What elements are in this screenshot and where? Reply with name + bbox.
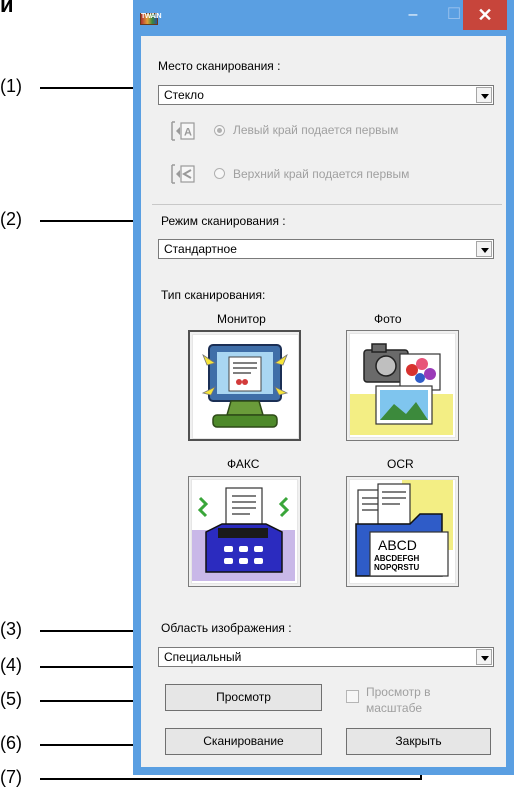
callout-label-4: (4) [0, 655, 22, 675]
scan-mode-label: Режим сканирования : [161, 214, 286, 228]
monitor-icon [201, 344, 289, 428]
scan-type-ocr-label: OCR [387, 457, 414, 471]
callout-label-7: (7) [0, 767, 22, 787]
scan-mode-value: Стандартное [164, 242, 237, 256]
title-bar[interactable]: TWAIN – ☐ ✕ [133, 0, 514, 36]
tile-face [191, 479, 298, 584]
close-window-button[interactable]: ✕ [463, 0, 507, 30]
scan-location-value: Стекло [164, 88, 204, 102]
twain-app-icon-text: TWAIN [141, 13, 162, 20]
scan-type-photo-button[interactable] [346, 330, 459, 441]
callout-label-6: (6) [0, 733, 22, 753]
photo-icon [350, 343, 453, 435]
feed-top-edge-label: Верхний край подается первым [233, 167, 410, 181]
callout-label-2: (2) [0, 209, 22, 229]
feed-left-edge-icon: A [171, 121, 195, 141]
image-area-select[interactable]: Специальный [158, 647, 494, 667]
image-area-label: Область изображения : [161, 621, 292, 635]
feed-top-edge-icon [171, 164, 195, 184]
image-area-value: Специальный [164, 650, 242, 664]
document-heading-fragment: и [0, 0, 14, 17]
feed-top-edge-radio[interactable] [214, 168, 225, 179]
scan-type-ocr-button[interactable]: ABCD ABCDEFGH NOPQRSTU [346, 476, 459, 587]
callout-leader-7 [40, 778, 422, 780]
tile-face [192, 334, 299, 439]
scan-mode-select[interactable]: Стандартное [158, 239, 494, 259]
chevron-down-icon[interactable] [476, 649, 492, 665]
fax-icon [192, 487, 295, 581]
scan-type-label: Тип сканирования: [161, 288, 266, 302]
scan-type-monitor-button[interactable] [188, 330, 301, 441]
tile-face [349, 333, 456, 438]
tile-face: ABCD ABCDEFGH NOPQRSTU [349, 479, 456, 584]
scan-button[interactable]: Сканирование [165, 728, 322, 755]
chevron-down-icon[interactable] [476, 87, 492, 103]
zoom-preview-label: Просмотр в масштабе [366, 685, 431, 715]
ocr-icon-text-line-3: NOPQRSTU [374, 563, 420, 572]
callout-label-1: (1) [0, 76, 22, 96]
minimize-button[interactable]: – [391, 0, 435, 30]
feed-left-edge-label: Левый край подается первым [233, 123, 399, 137]
scan-type-fax-label: ФАКС [227, 457, 260, 471]
preview-button[interactable]: Просмотр [165, 684, 322, 711]
ocr-icon-text-abcd: ABCD [378, 537, 417, 553]
section-divider [152, 204, 502, 205]
dialog-client-area: Место сканирования : Стекло A Левый край… [141, 36, 506, 767]
scan-type-photo-label: Фото [374, 312, 402, 326]
scan-location-label: Место сканирования : [158, 59, 281, 73]
scan-type-monitor-label: Монитор [217, 312, 266, 326]
twain-dialog-window: TWAIN – ☐ ✕ Место сканирования : Стекло … [133, 0, 514, 775]
scan-location-select[interactable]: Стекло [158, 85, 494, 105]
scan-type-fax-button[interactable] [188, 476, 301, 587]
zoom-preview-checkbox[interactable] [346, 690, 359, 703]
feed-left-edge-radio[interactable] [214, 125, 225, 136]
feed-left-edge-icon-letter: A [184, 127, 192, 139]
callout-label-3: (3) [0, 619, 22, 639]
close-button[interactable]: Закрыть [346, 728, 491, 755]
ocr-icon-text-line-2: ABCDEFGH [374, 554, 420, 563]
callout-label-5: (5) [0, 689, 22, 709]
ocr-icon: ABCD ABCDEFGH NOPQRSTU [355, 480, 453, 577]
chevron-down-icon[interactable] [476, 241, 492, 257]
